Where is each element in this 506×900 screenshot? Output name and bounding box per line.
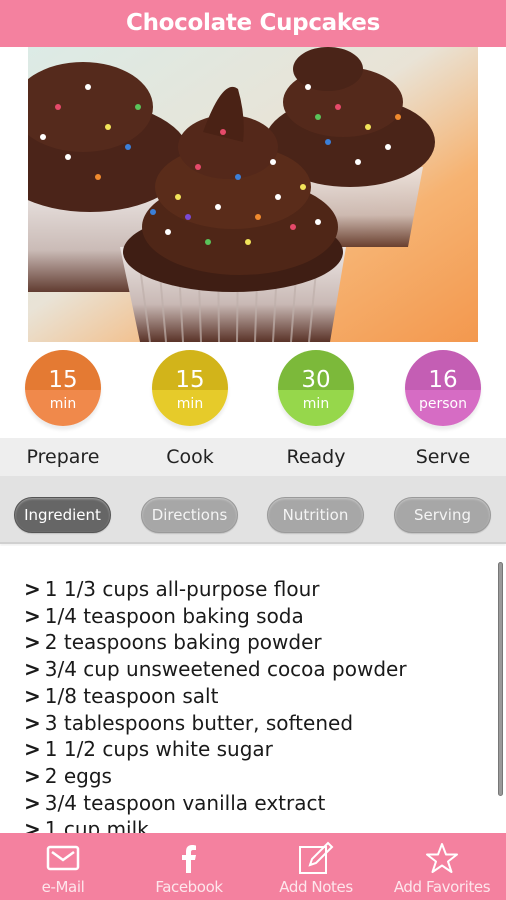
- bullet-arrow-icon: >: [24, 657, 41, 682]
- facebook-label: Facebook: [155, 878, 223, 896]
- cook-label: Cook: [166, 446, 214, 468]
- ingredient-item: >1 1/3 cups all-purpose flour: [24, 576, 407, 603]
- bullet-arrow-icon: >: [24, 790, 41, 815]
- ingredient-item: >1/4 teaspoon baking soda: [24, 603, 407, 630]
- tab-ingredient[interactable]: Ingredient: [14, 497, 111, 533]
- add-notes-label: Add Notes: [279, 878, 353, 896]
- bullet-arrow-icon: >: [24, 817, 41, 833]
- add-notes-button[interactable]: Add Notes: [253, 833, 379, 900]
- recipe-tabs: Ingredient Directions Nutrition Serving: [0, 476, 506, 544]
- servings-value: 16: [428, 367, 458, 393]
- ingredient-text: 3/4 teaspoon vanilla extract: [44, 790, 326, 815]
- ingredient-text: 1/4 teaspoon baking soda: [44, 603, 304, 628]
- email-label: e-Mail: [41, 878, 85, 896]
- ready-time-badge: 30 min: [278, 350, 354, 426]
- scrollbar[interactable]: [498, 562, 503, 796]
- ingredient-item: >1 1/2 cups white sugar: [24, 736, 407, 763]
- tab-directions[interactable]: Directions: [141, 497, 238, 533]
- ingredient-list[interactable]: >1 1/3 cups all-purpose flour >1/4 teaspo…: [0, 546, 506, 833]
- ingredient-text: 1 1/2 cups white sugar: [44, 737, 273, 762]
- ready-time-value: 30: [301, 367, 331, 393]
- bullet-arrow-icon: >: [24, 683, 41, 708]
- bullet-arrow-icon: >: [24, 710, 41, 735]
- ingredient-text: 2 teaspoons baking powder: [44, 630, 322, 655]
- bullet-arrow-icon: >: [24, 737, 41, 762]
- ingredient-item: >3/4 cup unsweetened cocoa powder: [24, 656, 407, 683]
- ingredient-text: 3/4 cup unsweetened cocoa powder: [44, 657, 407, 682]
- ready-time-unit: min: [302, 396, 330, 412]
- star-icon: [379, 841, 505, 875]
- prepare-time-value: 15: [48, 367, 78, 393]
- ingredient-items: >1 1/3 cups all-purpose flour >1/4 teaspo…: [24, 576, 407, 833]
- ingredient-item: >2 eggs: [24, 763, 407, 790]
- facebook-icon: [126, 841, 252, 875]
- prepare-label: Prepare: [26, 446, 100, 468]
- cook-time-unit: min: [176, 396, 204, 412]
- prepare-time-unit: min: [49, 396, 77, 412]
- ingredient-item: >3/4 teaspoon vanilla extract: [24, 790, 407, 817]
- page-title: Chocolate Cupcakes: [126, 9, 380, 36]
- email-button[interactable]: e-Mail: [0, 833, 126, 900]
- serve-label: Serve: [415, 446, 471, 468]
- cook-time-badge: 15 min: [152, 350, 228, 426]
- cook-time-value: 15: [175, 367, 205, 393]
- bullet-arrow-icon: >: [24, 577, 41, 601]
- ingredient-item: >2 teaspoons baking powder: [24, 629, 407, 656]
- ingredient-text: 3 tablespoons butter, softened: [44, 710, 354, 735]
- recipe-stats: 15 min 15 min 30 min 16 person: [0, 342, 506, 438]
- recipe-screen: Chocolate Cupcakes 15 min 15 min 30 min …: [0, 0, 506, 900]
- note-pencil-icon: [253, 841, 379, 875]
- prepare-time-badge: 15 min: [25, 350, 101, 426]
- servings-badge: 16 person: [405, 350, 481, 426]
- stat-labels: Prepare Cook Ready Serve: [0, 438, 506, 476]
- ready-label: Ready: [286, 446, 346, 468]
- servings-unit: person: [419, 396, 467, 412]
- recipe-photo: [28, 47, 478, 342]
- cupcake-illustration: [28, 47, 478, 342]
- ingredient-text: 1 1/3 cups all-purpose flour: [44, 577, 320, 601]
- ingredient-item: >3 tablespoons butter, softened: [24, 710, 407, 737]
- bullet-arrow-icon: >: [24, 603, 41, 628]
- bullet-arrow-icon: >: [24, 763, 41, 788]
- title-bar: Chocolate Cupcakes: [0, 0, 506, 47]
- add-favorites-button[interactable]: Add Favorites: [379, 833, 505, 900]
- bottom-action-bar: e-Mail Facebook Add Notes Add Favorites: [0, 833, 506, 900]
- ingredient-text: 2 eggs: [44, 763, 112, 788]
- ingredient-item: >1 cup milk: [24, 816, 407, 833]
- envelope-icon: [0, 841, 126, 875]
- tab-nutrition[interactable]: Nutrition: [267, 497, 364, 533]
- ingredient-text: 1 cup milk: [44, 817, 149, 833]
- add-favorites-label: Add Favorites: [393, 878, 491, 896]
- ingredient-text: 1/8 teaspoon salt: [44, 683, 219, 708]
- tab-serving[interactable]: Serving: [394, 497, 491, 533]
- facebook-button[interactable]: Facebook: [126, 833, 252, 900]
- bullet-arrow-icon: >: [24, 630, 41, 655]
- ingredient-item: >1/8 teaspoon salt: [24, 683, 407, 710]
